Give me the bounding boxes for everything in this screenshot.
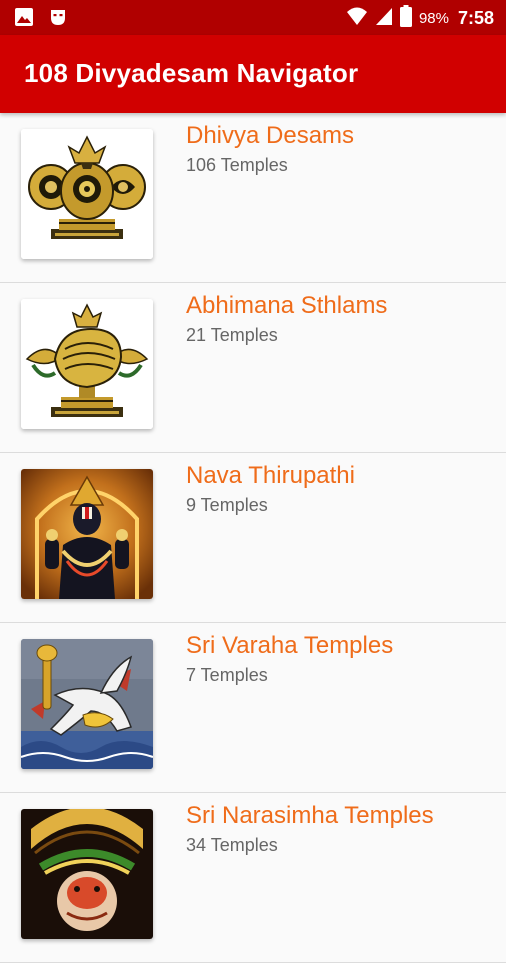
shankha-chakra-namam-emblem-thumbnail <box>21 129 153 259</box>
item-title: Sri Varaha Temples <box>186 632 394 659</box>
shankha-conch-emblem-thumbnail <box>21 299 153 429</box>
item-subtitle: 7 Temples <box>186 665 268 685</box>
status-right: 98% 7:58 <box>346 5 494 32</box>
list-item-nava-thirupathi[interactable]: Nava Thirupathi 9 Temples <box>0 453 506 623</box>
status-left <box>14 7 68 32</box>
item-title: Sri Narasimha Temples <box>186 802 434 829</box>
notification-mask-icon <box>48 7 68 32</box>
wifi-icon <box>346 6 368 31</box>
deity-photo-thumbnail <box>21 469 153 599</box>
list-item-dhivya-desams[interactable]: Dhivya Desams 106 Temples <box>0 113 506 283</box>
signal-icon <box>375 6 393 31</box>
category-list: Dhivya Desams 106 Temples Abhimana Sthla… <box>0 113 506 963</box>
battery-icon <box>399 5 412 32</box>
list-item-sri-varaha-temples[interactable]: Sri Varaha Temples 7 Temples <box>0 623 506 793</box>
narasimha-photo-thumbnail <box>21 809 153 939</box>
battery-percent: 98% <box>418 10 449 27</box>
item-title: Dhivya Desams <box>186 122 355 149</box>
list-item-sri-narasimha-temples[interactable]: Sri Narasimha Temples 34 Temples <box>0 793 506 963</box>
status-time: 7:58 <box>457 8 494 28</box>
app-title: 108 Divyadesam Navigator <box>24 58 359 88</box>
item-title: Abhimana Sthlams <box>186 292 388 319</box>
status-bar: 98% 7:58 <box>0 0 506 35</box>
app-bar: 108 Divyadesam Navigator <box>0 35 506 113</box>
item-subtitle: 21 Temples <box>186 325 278 345</box>
image-icon <box>14 7 34 32</box>
varaha-painting-thumbnail <box>21 639 153 769</box>
item-subtitle: 9 Temples <box>186 495 268 515</box>
item-subtitle: 34 Temples <box>186 835 278 855</box>
list-item-abhimana-sthlams[interactable]: Abhimana Sthlams 21 Temples <box>0 283 506 453</box>
item-subtitle: 106 Temples <box>186 155 288 175</box>
item-title: Nava Thirupathi <box>186 462 355 489</box>
